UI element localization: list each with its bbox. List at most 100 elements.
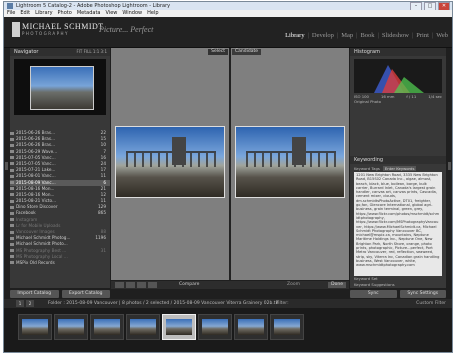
folder-icon xyxy=(10,218,14,222)
menu-window[interactable]: Window xyxy=(122,10,142,17)
done-button[interactable]: Done xyxy=(328,282,346,288)
menu-bar: File Edit Library Photo Metadata View Wi… xyxy=(4,10,452,17)
folder-icon xyxy=(10,137,14,141)
survey-view-icon[interactable] xyxy=(148,282,157,288)
module-separator: | xyxy=(307,32,309,39)
histogram-graph[interactable] xyxy=(354,59,442,93)
sync-settings-button[interactable]: Sync Settings xyxy=(399,290,446,298)
module-separator: | xyxy=(336,32,339,39)
filter-label: Filter: xyxy=(276,301,289,306)
thumb-image xyxy=(94,319,120,335)
window-title: Lightroom 5 Catalog-2 - Adobe Photoshop … xyxy=(16,3,171,9)
folder-icon xyxy=(10,156,14,160)
keyword-set-label[interactable]: Keyword Set xyxy=(354,276,378,281)
import-button[interactable]: Import Catalog xyxy=(10,290,59,298)
module-slideshow[interactable]: Slideshow xyxy=(382,32,409,39)
filmstrip-thumb[interactable] xyxy=(126,314,160,340)
keyword-tags-label: Keyword Tags xyxy=(354,166,380,171)
menu-metadata[interactable]: Metadata xyxy=(77,10,101,17)
thumb-image xyxy=(58,319,84,335)
select-photo[interactable] xyxy=(115,126,225,198)
page-2-button[interactable]: 2 xyxy=(26,300,34,307)
keyword-tags-dropdown[interactable]: Enter Keywords xyxy=(382,166,417,171)
folder-icon xyxy=(10,174,14,178)
module-separator: | xyxy=(377,32,379,39)
navigator-preview[interactable] xyxy=(14,59,106,115)
folder-icon xyxy=(10,168,14,172)
menu-file[interactable]: File xyxy=(7,10,15,17)
filmstrip-thumb[interactable] xyxy=(234,314,268,340)
module-develop[interactable]: Develop xyxy=(312,32,334,39)
filmstrip-thumb[interactable] xyxy=(270,314,304,340)
folder-row[interactable]: MSPix Old Records xyxy=(10,260,110,266)
title-bar: Lightroom 5 Catalog-2 - Adobe Photoshop … xyxy=(4,2,452,11)
navigator-image xyxy=(30,66,94,110)
folder-icon xyxy=(10,211,14,215)
navigator-zoom-options[interactable]: FIT FILL 1:1 3:1 xyxy=(76,48,107,56)
folder-icon xyxy=(10,131,14,135)
folder-icon xyxy=(10,230,14,234)
folder-list: 2015-06-26 Bras... 22 2015-06-26 Bras... 1… xyxy=(10,130,110,266)
logo-mark-icon xyxy=(12,22,20,37)
identity-name: MICHAEL SCHMIDT xyxy=(22,22,104,31)
filmstrip-thumb[interactable] xyxy=(90,314,124,340)
module-library[interactable]: Library xyxy=(285,32,305,39)
identity-signature: Picture... Perfect xyxy=(99,25,154,34)
module-separator: | xyxy=(431,32,434,39)
keyword-tags-row: Keyword Tags Enter Keywords xyxy=(354,166,442,171)
module-picker: Library | Develop | Map | Book | Slidesh… xyxy=(285,32,448,39)
page-1-button[interactable]: 1 xyxy=(16,300,24,307)
module-separator: | xyxy=(356,32,358,39)
candidate-label: Candidate xyxy=(232,49,262,55)
folder-icon xyxy=(10,205,14,209)
compare-view[interactable]: Select Candidate xyxy=(111,48,349,280)
thumb-image xyxy=(202,319,228,335)
identity-subtitle: PHOTOGRAPHY xyxy=(22,31,69,36)
filmstrip-thumb[interactable] xyxy=(54,314,88,340)
menu-edit[interactable]: Edit xyxy=(20,10,30,17)
menu-photo[interactable]: Photo xyxy=(58,10,72,17)
module-book[interactable]: Book xyxy=(360,32,374,39)
compare-divider xyxy=(229,48,231,280)
lightroom-app-icon xyxy=(7,3,13,9)
navigator-title: Navigator xyxy=(14,49,39,55)
folder-icon xyxy=(10,261,14,265)
right-panel-toggle-icon[interactable] xyxy=(448,162,451,170)
histogram-header[interactable]: Histogram xyxy=(350,48,446,56)
compare-view-icon[interactable] xyxy=(137,282,146,288)
thumb-image xyxy=(130,319,156,335)
filmstrip-thumb[interactable] xyxy=(198,314,232,340)
keyword-suggestions-label[interactable]: Keyword Suggestions xyxy=(354,282,395,287)
sync-button[interactable]: Sync xyxy=(350,290,397,298)
original-photo-checkbox[interactable]: Original Photo xyxy=(354,99,381,104)
keyword-text-area[interactable]: 1201 New Brighton Road, 3335 New Brighto… xyxy=(354,172,442,276)
filmstrip-thumb-selected[interactable] xyxy=(162,314,196,340)
module-map[interactable]: Map xyxy=(341,32,353,39)
photo-bridge xyxy=(126,151,216,167)
right-panel-buttons: Sync Sync Settings xyxy=(350,290,446,298)
module-web[interactable]: Web xyxy=(436,32,448,39)
module-print[interactable]: Print xyxy=(416,32,429,39)
folder-icon xyxy=(10,224,14,228)
filter-dropdown[interactable]: Custom Filter xyxy=(416,299,446,308)
folder-icon xyxy=(10,249,14,253)
filmstrip-breadcrumb[interactable]: Folder : 2015-08-09 Vancouver | 8 photos… xyxy=(48,299,278,308)
photo-tower xyxy=(292,137,306,165)
left-panel-toggle-icon[interactable] xyxy=(5,162,8,170)
folder-icon xyxy=(10,150,14,154)
filmstrip-thumb[interactable] xyxy=(18,314,52,340)
candidate-photo[interactable] xyxy=(235,126,345,198)
filmstrip xyxy=(4,308,452,352)
menu-view[interactable]: View xyxy=(106,10,118,17)
left-panel-buttons: Import Catalog Export Catalog xyxy=(10,290,110,298)
navigator-header[interactable]: Navigator FIT FILL 1:1 3:1 xyxy=(10,48,110,56)
menu-help[interactable]: Help xyxy=(147,10,158,17)
export-button[interactable]: Export Catalog xyxy=(61,290,110,298)
select-label: Select xyxy=(208,49,228,55)
grid-view-icon[interactable] xyxy=(115,282,124,288)
menu-library[interactable]: Library xyxy=(35,10,52,17)
loupe-view-icon[interactable] xyxy=(126,282,135,288)
folder-icon xyxy=(10,181,14,184)
keywording-header[interactable]: Keywording xyxy=(350,156,446,164)
compare-toolbar: Compare Zoom Done xyxy=(111,281,349,289)
